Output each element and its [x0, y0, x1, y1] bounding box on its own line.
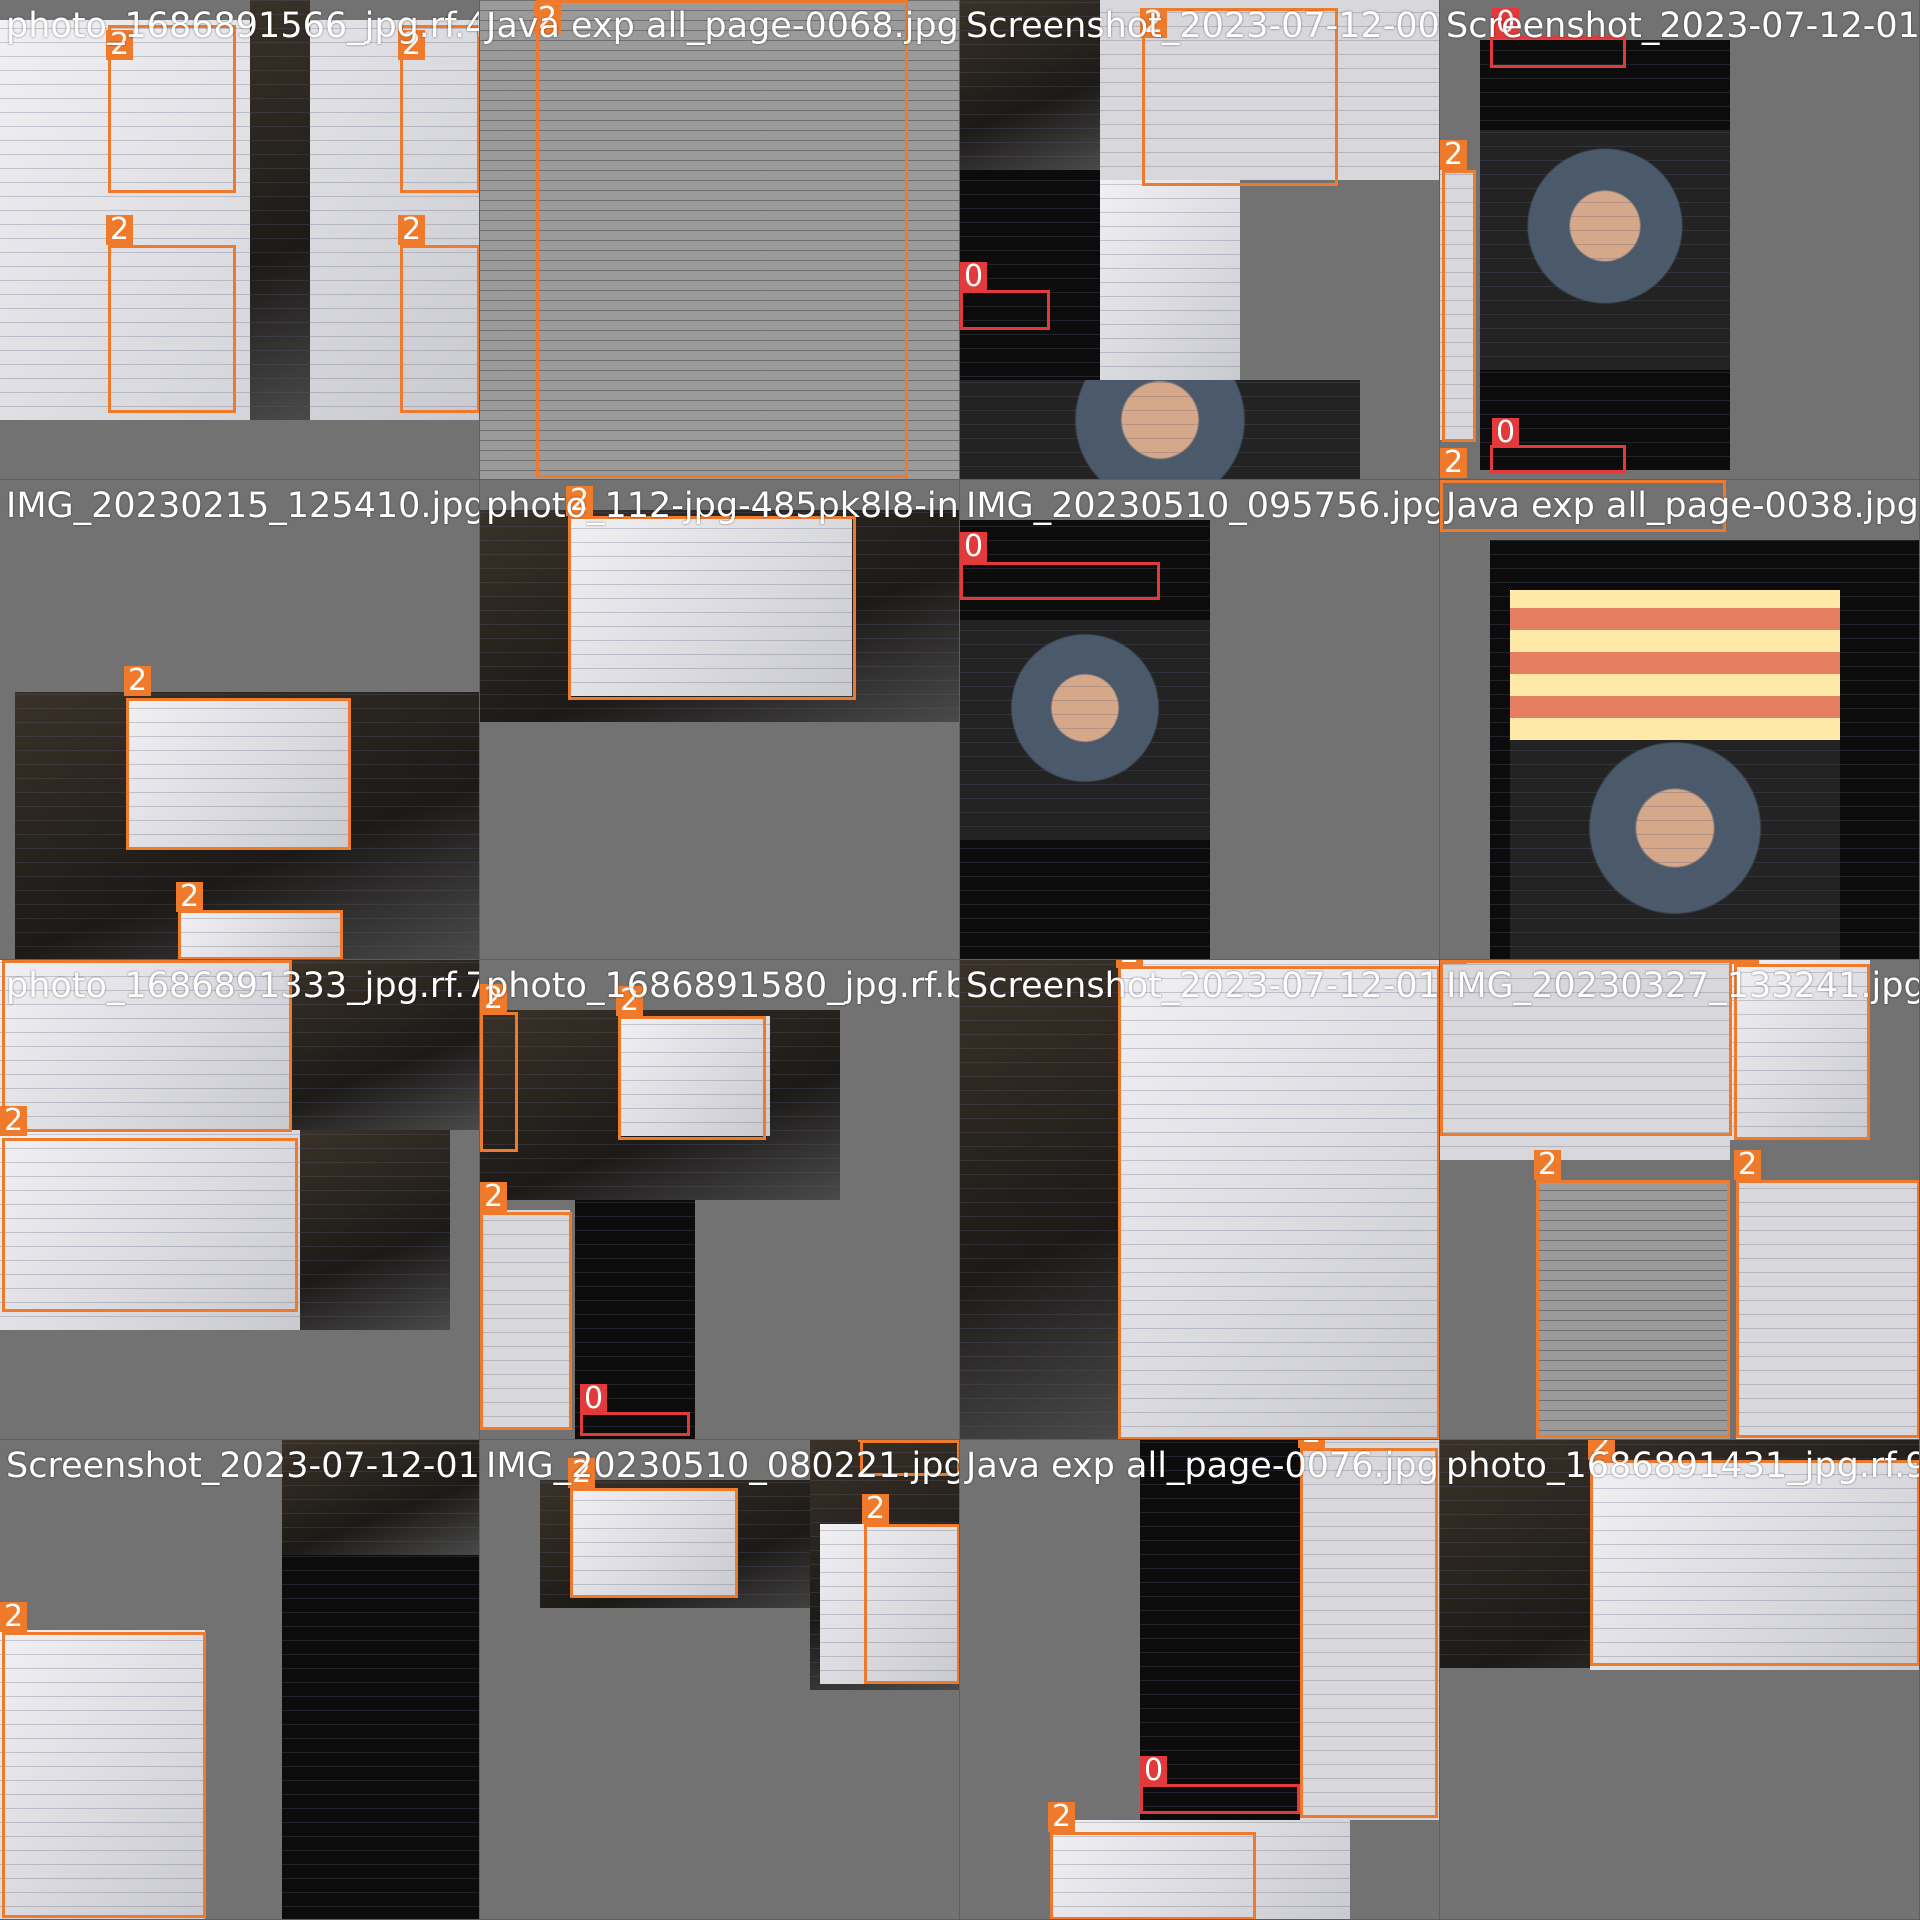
- navbar-box: [1140, 1784, 1300, 1814]
- document-label: 2: [1048, 1802, 1076, 1832]
- mosaic-tile: 2 photo_1686891431_jpg.rf.9...: [1440, 1440, 1920, 1920]
- mosaic-tile: 2 2 photo_1686891333_jpg.rf.7c...: [0, 960, 480, 1440]
- document-label: 2: [398, 215, 426, 245]
- tile-title: photo_1686891431_jpg.rf.9...: [1446, 1446, 1920, 1486]
- document-box: [1442, 170, 1476, 442]
- document-box: [400, 245, 479, 413]
- document-box: [178, 910, 343, 959]
- document-box: [570, 1488, 738, 1598]
- photo-region: [960, 380, 1360, 479]
- tile-title: photo_1686891333_jpg.rf.7c...: [6, 966, 479, 1006]
- document-box: [126, 698, 351, 850]
- document-box: [1736, 1180, 1919, 1438]
- document-label: 2: [0, 1106, 28, 1136]
- document-label: 2: [176, 882, 204, 912]
- document-box: [1590, 1460, 1919, 1666]
- mosaic-tile: 2 Java exp all_page-0068.jpg: [480, 0, 960, 480]
- photo-region: [960, 620, 1210, 840]
- document-box: [864, 1524, 959, 1684]
- tile-title: Java exp all_page-0038.jpg: [1446, 486, 1919, 526]
- mosaic-tile: 2 2 2 2 IMG_20230327_133241.jpg: [1440, 960, 1920, 1440]
- tile-title: Screenshot_2023-07-12-01-...: [1446, 6, 1920, 46]
- tile-title: IMG_20230510_095756.jpg: [966, 486, 1440, 526]
- mosaic-tile: 2 2 2 0 photo_1686891580_jpg.rf.b1...: [480, 960, 960, 1440]
- tile-title: Java exp all_page-0076.jpg: [966, 1446, 1439, 1486]
- tile-title: IMG_20230215_125410.jpg: [6, 486, 480, 526]
- document-label: 2: [862, 1494, 890, 1524]
- navbar-box: [960, 562, 1160, 600]
- tile-title: photo_112-jpg-485pk8l8-ingestion-2023051…: [486, 486, 960, 526]
- navbar-label: 0: [580, 1384, 608, 1414]
- document-box: [1118, 966, 1439, 1439]
- document-label: 2: [106, 215, 134, 245]
- document-box: [1536, 1180, 1730, 1438]
- tile-title: IMG_20230327_133241.jpg: [1446, 966, 1920, 1006]
- photo-region: [1100, 180, 1240, 380]
- mosaic-tile: 2 2 2 IMG_20230510_080221.jpg: [480, 1440, 960, 1920]
- navbar-label: 0: [960, 262, 988, 292]
- document-box: [480, 1012, 518, 1152]
- tile-title: Screenshot_2023-07-12-01-...: [6, 1446, 480, 1486]
- tile-title: Java exp all_page-0068.jpg: [486, 6, 959, 46]
- photo-region: [1510, 740, 1840, 959]
- tile-title: Screenshot_2023-07-12-00-5...: [966, 6, 1440, 46]
- navbar-label: 0: [960, 532, 988, 562]
- mosaic-tile: 2 2 IMG_20230215_125410.jpg: [0, 480, 480, 960]
- document-label: 2: [1440, 140, 1468, 170]
- document-box: [1300, 1448, 1438, 1818]
- tile-title: Screenshot_2023-07-12-01-...: [966, 966, 1440, 1006]
- document-label: 2: [124, 666, 152, 696]
- document-label: 2: [1534, 1150, 1562, 1180]
- document-box: [480, 1212, 572, 1430]
- document-label: 2: [1734, 1150, 1762, 1180]
- document-box: [2, 1138, 298, 1312]
- tile-title: IMG_20230510_080221.jpg: [486, 1446, 960, 1486]
- document-box: [1050, 1832, 1256, 1919]
- mosaic-tile: 2 photo_112-jpg-485pk8l8-ingestion-20230…: [480, 480, 960, 960]
- navbar-label: 0: [1492, 418, 1520, 448]
- document-box: [568, 516, 856, 700]
- document-label: 2: [858, 1440, 886, 1442]
- mosaic-tile: 0 0 2 2 Screenshot_2023-07-12-01-...: [1440, 0, 1920, 480]
- mosaic-tile: 0 IMG_20230510_095756.jpg: [960, 480, 1440, 960]
- document-box: [536, 0, 908, 478]
- photo-region: [960, 960, 1120, 1439]
- document-label: 2: [0, 1602, 28, 1632]
- tile-title: photo_1686891566_jpg.rf.4a8d...: [6, 6, 479, 46]
- document-box: [618, 1016, 766, 1140]
- navbar-label: 0: [1140, 1756, 1168, 1786]
- photo-region: [300, 1130, 450, 1330]
- mosaic-grid: 2 2 2 2 photo_1686891566_jpg.rf.4a8d... …: [0, 0, 1920, 1920]
- mosaic-tile: 2 0 2 Java exp all_page-0076.jpg: [960, 1440, 1440, 1920]
- photo-region: [250, 0, 310, 420]
- photo-region: [1480, 130, 1730, 370]
- document-label: 2: [480, 1182, 508, 1212]
- mosaic-tile: 2 0 Screenshot_2023-07-12-00-5...: [960, 0, 1440, 480]
- photo-region: [282, 1555, 479, 1919]
- mosaic-tile: 2 2 2 2 photo_1686891566_jpg.rf.4a8d...: [0, 0, 480, 480]
- photo-region: [1510, 590, 1840, 740]
- navbar-box: [960, 290, 1050, 330]
- document-box: [2, 1632, 206, 1918]
- tile-title: photo_1686891580_jpg.rf.b1...: [486, 966, 959, 1006]
- mosaic-tile: 2 Screenshot_2023-07-12-01-...: [0, 1440, 480, 1920]
- document-label: 2: [1440, 448, 1468, 478]
- document-box: [108, 245, 236, 413]
- mosaic-tile: 2 Screenshot_2023-07-12-01-...: [960, 960, 1440, 1440]
- mosaic-tile: Java exp all_page-0038.jpg: [1440, 480, 1920, 960]
